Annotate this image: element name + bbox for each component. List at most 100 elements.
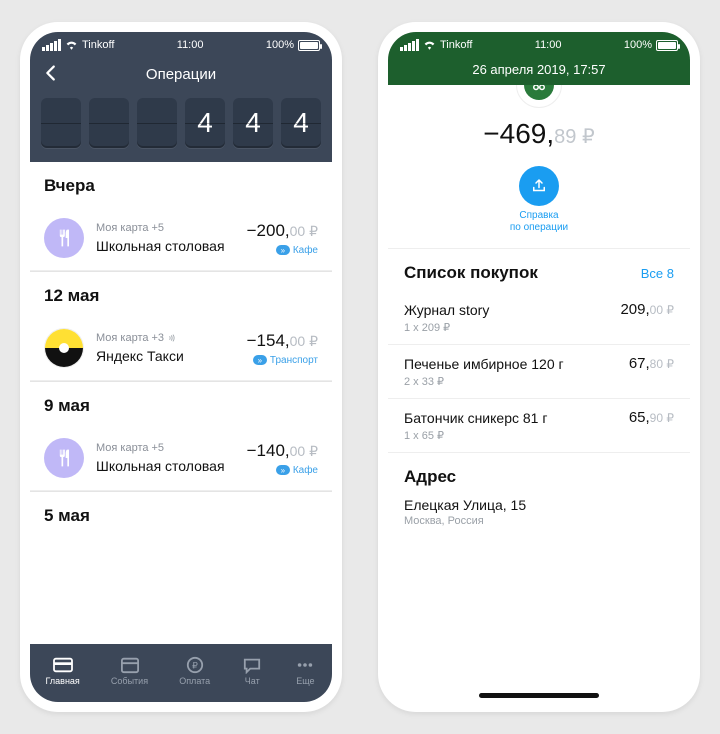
action-label: Справка [510, 210, 568, 222]
carrier-label: Tinkoff [440, 39, 472, 51]
purchases-title: Список покупок [404, 263, 538, 283]
group-header: 5 мая [30, 491, 332, 536]
more-icon [294, 656, 316, 674]
counter-tile [137, 98, 177, 148]
address-line: Елецкая Улица, 15 [404, 497, 674, 513]
counter-tile: 4 [281, 98, 321, 148]
phone-right: Tinkoff 11:00 100% 26 апреля 2019, 17:57… [378, 22, 700, 712]
purchases-more-link[interactable]: Все 8 [641, 266, 674, 281]
transaction-row[interactable]: Моя карта +5 Школьная столовая −140,00 ₽… [30, 426, 332, 491]
fork-icon [44, 218, 84, 258]
purchase-row[interactable]: Журнал story 1 x 209 ₽ 209,00 ₽ [388, 291, 690, 345]
signal-icon [400, 39, 419, 51]
item-name: Печенье имбирное 120 г [404, 355, 564, 373]
counter-tile: 4 [233, 98, 273, 148]
category-pill-icon: » [253, 355, 267, 365]
clock-label: 11:00 [535, 39, 562, 51]
battery-label: 100% [624, 39, 652, 51]
battery-icon [298, 40, 320, 51]
card-extra-label: +3 [152, 331, 165, 345]
amount-minor: 00 ₽ [290, 443, 318, 459]
tab-events[interactable]: События [111, 656, 148, 686]
battery-label: 100% [266, 39, 294, 51]
category-label: Кафе [293, 245, 318, 256]
counter-tile [89, 98, 129, 148]
purchase-row[interactable]: Батончик сникерс 81 г 1 x 65 ₽ 65,90 ₽ [388, 399, 690, 453]
merchant-badge [516, 85, 562, 108]
chat-icon [241, 656, 263, 674]
category-label: Кафе [293, 465, 318, 476]
group-header: 12 мая [30, 271, 332, 316]
status-bar: Tinkoff 11:00 100% [388, 32, 690, 56]
amount-minor: 00 ₽ [290, 223, 318, 239]
receipt-amount-minor: 89 ₽ [554, 126, 595, 148]
item-price-major: 65, [629, 409, 650, 426]
yandex-taxi-icon [44, 328, 84, 368]
item-qty: 1 x 209 ₽ [404, 321, 489, 334]
action-label: по операции [510, 222, 568, 234]
counter-tile: 4 [185, 98, 225, 148]
item-name: Батончик сникерс 81 г [404, 409, 547, 427]
tabbar: Главная События ₽ Оплата Чат Еще [30, 644, 332, 702]
card-icon [52, 656, 74, 674]
back-button[interactable] [38, 60, 64, 86]
amount-major: −200, [247, 221, 290, 240]
card-extra-label: +5 [152, 441, 165, 455]
carrier-label: Tinkoff [82, 39, 114, 51]
category-pill-icon: » [276, 245, 290, 255]
tab-label: Главная [46, 676, 80, 686]
contactless-icon [167, 333, 177, 343]
home-indicator[interactable] [479, 693, 599, 698]
battery-icon [656, 40, 678, 51]
amount-minor: 00 ₽ [290, 333, 318, 349]
calendar-icon [119, 656, 141, 674]
fork-icon [44, 438, 84, 478]
signal-icon [42, 39, 61, 51]
item-price-minor: 90 ₽ [650, 411, 674, 425]
address-title: Адрес [404, 467, 674, 487]
item-qty: 2 x 33 ₽ [404, 375, 564, 388]
item-qty: 1 x 65 ₽ [404, 429, 547, 442]
tab-pay[interactable]: ₽ Оплата [179, 656, 210, 686]
tab-label: Чат [245, 676, 260, 686]
tab-more[interactable]: Еще [294, 656, 316, 686]
tab-chat[interactable]: Чат [241, 656, 263, 686]
tab-home[interactable]: Главная [46, 656, 80, 686]
counter-tiles: 4 4 4 [30, 92, 332, 162]
card-label: Моя карта [96, 331, 149, 345]
item-name: Журнал story [404, 301, 489, 319]
clock-label: 11:00 [177, 39, 204, 51]
receipt-datetime: 26 апреля 2019, 17:57 [388, 56, 690, 77]
wifi-icon [423, 40, 436, 50]
status-bar: Tinkoff 11:00 100% [30, 32, 332, 56]
counter-tile [41, 98, 81, 148]
item-price-minor: 80 ₽ [650, 357, 674, 371]
item-price-minor: 00 ₽ [650, 303, 674, 317]
tab-label: События [111, 676, 148, 686]
svg-text:₽: ₽ [192, 661, 198, 671]
merchant-label: Школьная столовая [96, 457, 247, 475]
receipt-amount-major: −469, [483, 118, 554, 149]
item-price-major: 209, [620, 301, 649, 318]
group-header: 9 мая [30, 381, 332, 426]
amount-major: −140, [247, 441, 290, 460]
wifi-icon [65, 40, 78, 50]
card-label: Моя карта [96, 221, 149, 235]
category-label: Транспорт [270, 355, 318, 366]
share-up-icon [530, 177, 548, 195]
transaction-row[interactable]: Моя карта +5 Школьная столовая −200,00 ₽… [30, 206, 332, 271]
merchant-label: Школьная столовая [96, 237, 247, 255]
item-price-major: 67, [629, 355, 650, 372]
receipt-action-button[interactable] [519, 166, 559, 206]
purchase-row[interactable]: Печенье имбирное 120 г 2 x 33 ₽ 67,80 ₽ [388, 345, 690, 399]
merchant-label: Яндекс Такси [96, 347, 247, 365]
ruble-circle-icon: ₽ [184, 656, 206, 674]
merchant-logo-icon [524, 85, 554, 100]
group-header: Вчера [30, 162, 332, 206]
page-title: Операции [146, 66, 216, 83]
transaction-row[interactable]: Моя карта +3 Яндекс Такси −154,00 ₽ »Тра… [30, 316, 332, 381]
tab-label: Еще [296, 676, 314, 686]
amount-major: −154, [247, 331, 290, 350]
address-sub: Москва, Россия [404, 515, 674, 527]
category-pill-icon: » [276, 465, 290, 475]
